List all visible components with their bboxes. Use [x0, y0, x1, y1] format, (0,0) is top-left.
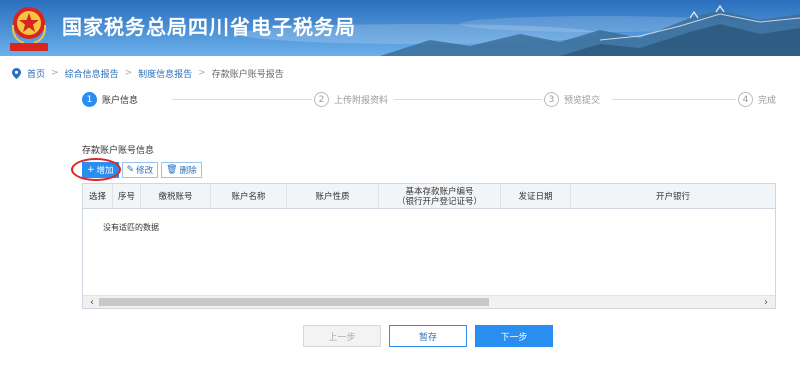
breadcrumb-separator: >: [124, 68, 133, 78]
breadcrumb: 首页 > 综合信息报告 > 制度信息报告 > 存款账户账号报告: [12, 66, 284, 80]
column-header-select: 选择: [83, 184, 113, 209]
horizontal-scrollbar[interactable]: ‹ ›: [83, 295, 775, 308]
step-label: 预览提交: [564, 96, 601, 106]
breadcrumb-system-report[interactable]: 制度信息报告: [138, 67, 192, 80]
table-header: 选择 序号 缴税账号 账户名称 账户性质 基本存款账户编号 （银行开户登记证号）…: [83, 184, 775, 209]
progress-steps: 1 账户信息 2 上传附报资料 3 预览提交 4 完成: [82, 92, 800, 110]
column-header-basic-account-number: 基本存款账户编号 （银行开户登记证号）: [379, 184, 501, 209]
location-pin-icon: [12, 67, 21, 79]
delete-button[interactable]: 🗑 删除: [161, 162, 202, 178]
step-complete: 4 完成: [738, 92, 776, 107]
pencil-icon: ✎: [126, 165, 135, 175]
edit-button[interactable]: ✎ 修改: [121, 162, 159, 178]
step-preview-submit: 3 预览提交: [544, 92, 600, 107]
delete-button-label: 删除: [179, 166, 197, 176]
step-number: 2: [314, 92, 329, 107]
add-button[interactable]: + 增加: [82, 162, 119, 178]
scrollbar-thumb[interactable]: [99, 298, 489, 306]
empty-message: 没有适匹的数据: [103, 223, 159, 232]
breadcrumb-home[interactable]: 首页: [27, 67, 45, 80]
app-header: 国家税务总局四川省电子税务局: [0, 0, 800, 56]
previous-step-button[interactable]: 上一步: [303, 325, 381, 347]
section-title: 存款账户账号信息: [82, 146, 155, 156]
table-toolbar: + 增加 ✎ 修改 🗑 删除: [82, 162, 202, 178]
column-header-bank: 开户银行: [655, 191, 690, 202]
step-number: 4: [738, 92, 753, 107]
breadcrumb-comprehensive-report[interactable]: 综合信息报告: [65, 67, 119, 80]
step-connector: [172, 99, 312, 100]
step-connector: [394, 99, 542, 100]
scroll-left-icon[interactable]: ‹: [85, 296, 99, 308]
step-account-info: 1 账户信息: [82, 92, 138, 107]
scroll-right-icon[interactable]: ›: [759, 296, 773, 308]
breadcrumb-separator: >: [51, 68, 59, 78]
step-number: 3: [544, 92, 559, 107]
column-header-tax-account: 缴税账号: [141, 184, 211, 209]
step-label: 上传附报资料: [334, 96, 389, 106]
next-step-button[interactable]: 下一步: [475, 325, 553, 347]
breadcrumb-current: 存款账户账号报告: [211, 69, 284, 80]
add-button-label: 增加: [96, 166, 114, 176]
step-upload-attachments: 2 上传附报资料: [314, 92, 388, 107]
column-header-index: 序号: [113, 184, 141, 209]
column-header-issue-date: 发证日期: [501, 184, 571, 209]
trash-icon: 🗑: [166, 165, 178, 175]
column-header-account-name: 账户名称: [211, 184, 287, 209]
step-label: 完成: [758, 96, 777, 106]
edit-button-label: 修改: [136, 166, 154, 176]
save-draft-button[interactable]: 暂存: [389, 325, 467, 347]
step-label: 账户信息: [102, 96, 139, 106]
header-title: 国家税务总局四川省电子税务局: [62, 15, 356, 39]
breadcrumb-separator: >: [198, 68, 206, 78]
step-connector: [612, 99, 736, 100]
column-header-account-type: 账户性质: [287, 184, 379, 209]
step-number: 1: [82, 92, 97, 107]
plus-icon: +: [87, 165, 95, 175]
account-table: 选择 序号 缴税账号 账户名称 账户性质 基本存款账户编号 （银行开户登记证号）…: [82, 183, 776, 309]
tax-emblem-icon: [10, 7, 48, 51]
